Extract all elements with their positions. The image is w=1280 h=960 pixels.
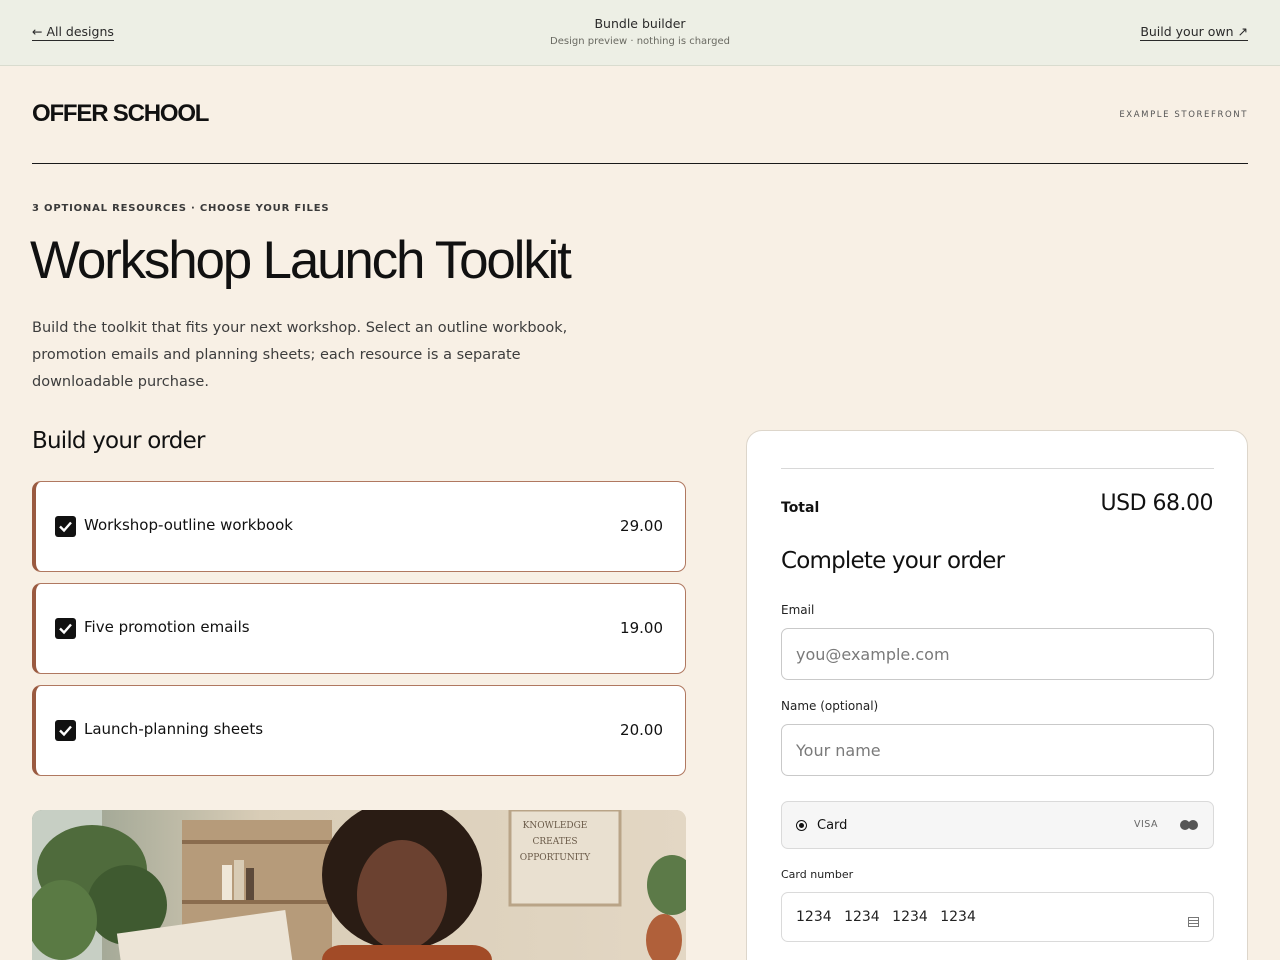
item-price: 19.00 [620, 619, 663, 637]
name-label: Name (optional) [781, 699, 879, 713]
radio-selected-icon[interactable] [796, 820, 807, 831]
product-photo-illustration: KNOWLEDGE CREATES OPPORTUNITY [32, 810, 686, 960]
preview-title: Bundle builder [594, 16, 686, 31]
visa-icon: VISA [1133, 819, 1158, 830]
preview-bar-center: Bundle builder Design preview · nothing … [0, 16, 1280, 47]
item-name: Five promotion emails [84, 618, 250, 636]
preview-subtitle: Design preview · nothing is charged [550, 36, 730, 47]
card-number-value: 1234 1234 1234 1234 [796, 909, 976, 925]
checkout-divider [781, 468, 1214, 469]
mastercard-icon [1180, 820, 1198, 831]
order-item-emails[interactable]: Five promotion emails 19.00 [32, 583, 686, 674]
payment-method-card[interactable]: Card VISA [781, 801, 1214, 849]
email-input[interactable] [781, 628, 1214, 680]
poster-line: KNOWLEDGE [523, 821, 588, 831]
card-number-input[interactable]: 1234 1234 1234 1234 [781, 892, 1214, 942]
build-order-heading: Build your order [32, 428, 205, 454]
item-price: 29.00 [620, 517, 663, 535]
checkout-card: Total USD 68.00 Complete your order Emai… [746, 430, 1248, 960]
brand-logo: OFFER SCHOOL [32, 100, 209, 127]
checkbox-checked-icon[interactable] [55, 618, 76, 639]
name-input[interactable] [781, 724, 1214, 776]
product-eyebrow: 3 OPTIONAL RESOURCES · CHOOSE YOUR FILES [32, 203, 330, 214]
total-value: USD 68.00 [1100, 491, 1214, 516]
header-divider [32, 163, 1248, 164]
poster-line: OPPORTUNITY [520, 853, 592, 863]
product-photo: KNOWLEDGE CREATES OPPORTUNITY [32, 810, 686, 960]
item-name: Workshop-outline workbook [84, 516, 293, 534]
page-title: Workshop Launch Toolkit [30, 231, 572, 290]
preview-bar: ← All designs Bundle builder Design prev… [0, 0, 1280, 66]
item-name: Launch-planning sheets [84, 720, 264, 738]
storefront-label: EXAMPLE STOREFRONT [1119, 110, 1248, 120]
card-icon [1188, 912, 1199, 931]
checkbox-checked-icon[interactable] [55, 720, 76, 741]
complete-order-heading: Complete your order [781, 548, 1005, 574]
card-number-label: Card number [781, 868, 854, 881]
order-item-planning-sheets[interactable]: Launch-planning sheets 20.00 [32, 685, 686, 776]
build-your-own-link[interactable]: Build your own ↗ [1140, 24, 1248, 41]
item-price: 20.00 [620, 721, 663, 739]
total-label: Total [781, 500, 820, 516]
poster-line: CREATES [533, 837, 578, 847]
product-description: Build the toolkit that fits your next wo… [32, 320, 568, 390]
checkbox-checked-icon[interactable] [55, 516, 76, 537]
order-items-list: Workshop-outline workbook 29.00 Five pro… [32, 481, 686, 787]
order-item-workbook[interactable]: Workshop-outline workbook 29.00 [32, 481, 686, 572]
payment-method-label: Card [817, 818, 848, 833]
email-label: Email [781, 603, 815, 617]
